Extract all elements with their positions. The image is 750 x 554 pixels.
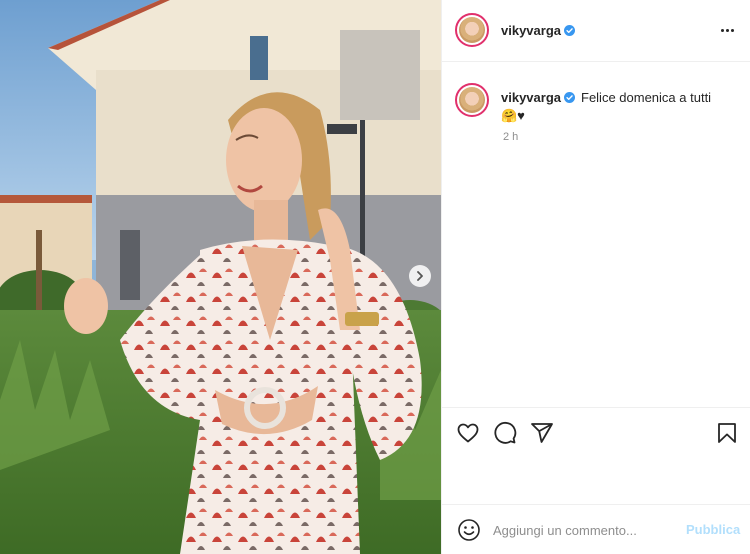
post-image: [0, 0, 441, 554]
publish-button[interactable]: Pubblica: [686, 522, 740, 537]
comment-input[interactable]: [493, 519, 683, 541]
add-comment-bar: Pubblica: [442, 504, 750, 554]
more-options-icon[interactable]: [717, 22, 737, 38]
comment-icon[interactable]: [493, 421, 517, 445]
emoji-icon[interactable]: [457, 518, 481, 542]
caption-avatar[interactable]: [455, 83, 489, 117]
post-header: vikyvarga: [442, 0, 750, 62]
header-username[interactable]: vikyvarga: [501, 23, 575, 38]
caption-text: Felice domenica a tutti: [581, 90, 712, 105]
post-caption: vikyvarga Felice domenica a tutti 🤗♥: [501, 89, 736, 125]
post-side-panel: vikyvarga vikyvarga Felice domenica a tu…: [441, 0, 750, 554]
avatar[interactable]: [455, 13, 489, 47]
post-photo[interactable]: [0, 0, 441, 554]
bookmark-icon[interactable]: [715, 421, 739, 445]
chevron-right-icon: [417, 271, 423, 281]
verified-badge-icon: [564, 92, 575, 103]
username-text[interactable]: vikyvarga: [501, 23, 561, 38]
verified-badge-icon: [564, 25, 575, 36]
heart-icon[interactable]: [456, 421, 480, 445]
post-timestamp[interactable]: 2 h: [503, 131, 518, 143]
caption-username[interactable]: vikyvarga: [501, 90, 561, 105]
action-bar: [442, 407, 750, 504]
next-photo-button[interactable]: [409, 265, 431, 287]
share-icon[interactable]: [530, 421, 554, 445]
comments-area: vikyvarga Felice domenica a tutti 🤗♥ 2 h: [442, 63, 750, 407]
caption-emojis: 🤗♥: [501, 108, 525, 123]
